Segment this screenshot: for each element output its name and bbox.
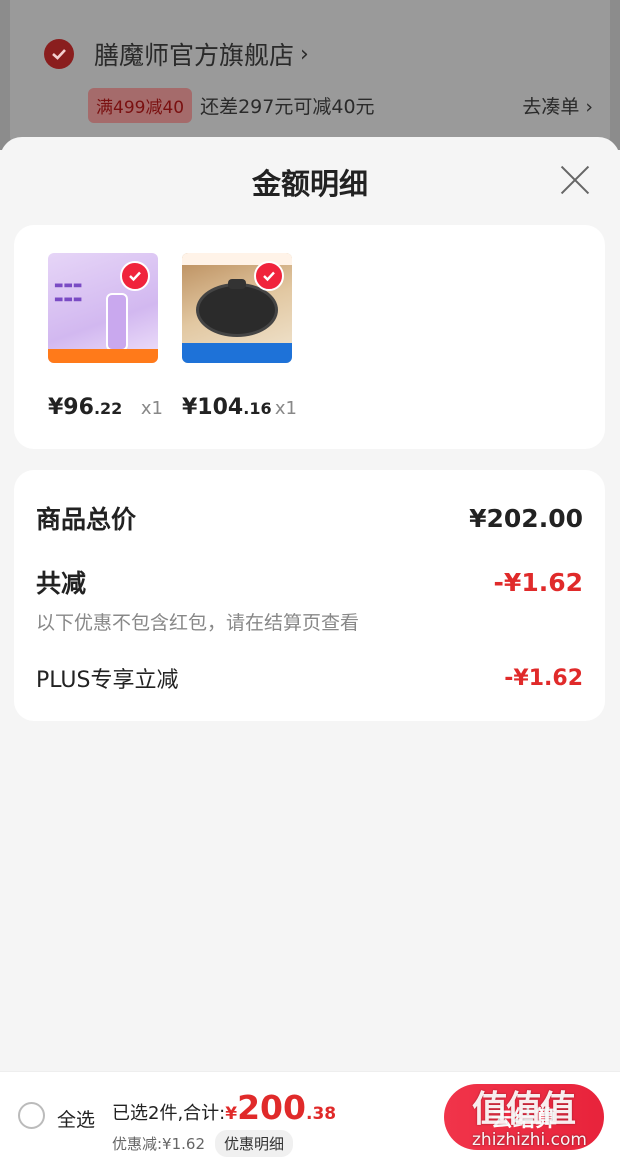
sheet-title: 金额明细: [251, 167, 368, 201]
total-price-label: 商品总价: [36, 505, 137, 534]
sum-label: 已选2件,合计:: [112, 1103, 226, 1124]
price-decimal: .16: [243, 399, 272, 418]
product-quantity: x1: [140, 398, 163, 419]
amount-integer: 200: [237, 1088, 306, 1127]
sum-line: 已选2件,合计: ¥200.38: [112, 1088, 336, 1127]
products-card: ▬▬▬ ▬▬▬ ¥96.22 x1 ¥104.16 x1: [14, 225, 605, 449]
store-header[interactable]: 膳魔师官方旗舰店 ›: [44, 36, 309, 72]
price-integer: ¥104: [182, 395, 244, 420]
amount-decimal: .38: [305, 1104, 337, 1124]
total-reduce-row: 共减 -¥1.62: [36, 564, 583, 600]
checked-icon[interactable]: [44, 39, 74, 69]
total-price-value: ¥202.00: [469, 503, 583, 533]
promo-row: 满499减40 还差297元可减40元 去凑单 ›: [88, 88, 593, 123]
promo-tag[interactable]: 满499减40: [88, 88, 193, 123]
product-image-banner: [48, 349, 158, 363]
bottle-shape: [106, 293, 128, 351]
product-quantity: x1: [274, 398, 297, 419]
product-price: ¥96.22: [48, 395, 122, 420]
wok-pan-product-icon[interactable]: [182, 253, 292, 363]
price-row: ¥104.16 x1: [182, 395, 297, 420]
add-items-label: 去凑单: [522, 96, 580, 118]
lid-shape: [228, 279, 246, 289]
product-item[interactable]: ▬▬▬ ▬▬▬ ¥96.22 x1: [48, 253, 163, 420]
product-image-banner: [182, 343, 292, 363]
pan-shape: [196, 283, 278, 337]
plus-discount-value: -¥1.62: [504, 665, 583, 691]
checkout-bar: 全选 已选2件,合计: ¥200.38 优惠减:¥1.62 优惠明细 去结算 值…: [0, 1071, 620, 1159]
amount-detail-sheet: 金额明细 ▬▬▬ ▬▬▬ ¥96.22 x1 ¥104.16 x1 商品总价 ¥…: [0, 137, 620, 1071]
chevron-right-icon: ›: [300, 41, 309, 67]
price-integer: ¥96: [48, 395, 94, 420]
promo-text: 还差297元可减40元: [200, 96, 375, 118]
total-reduce-value: -¥1.62: [493, 567, 583, 597]
store-name[interactable]: 膳魔师官方旗舰店: [94, 36, 294, 72]
discount-line: 优惠减:¥1.62 优惠明细: [112, 1130, 294, 1157]
checkout-button[interactable]: 去结算: [444, 1084, 604, 1150]
background-overlay[interactable]: 膳魔师官方旗舰店 › 满499减40 还差297元可减40元 去凑单 ›: [0, 0, 620, 150]
discount-note: 以下优惠不包含红包，请在结算页查看: [36, 612, 360, 634]
product-image-text: ▬▬▬ ▬▬▬: [54, 280, 83, 305]
select-all-radio[interactable]: [18, 1102, 45, 1129]
total-reduce-label: 共减: [36, 569, 87, 598]
discount-text: 优惠减:¥1.62: [112, 1135, 205, 1153]
currency-symbol: ¥: [225, 1104, 238, 1124]
price-decimal: .22: [93, 399, 123, 418]
water-bottle-product-icon[interactable]: ▬▬▬ ▬▬▬: [48, 253, 158, 363]
add-items-link[interactable]: 去凑单 ›: [522, 92, 593, 119]
sum-amount: ¥200.38: [225, 1088, 336, 1127]
price-row: ¥96.22 x1: [48, 395, 163, 420]
total-price-row: 商品总价 ¥202.00: [36, 500, 583, 536]
store-card: 膳魔师官方旗舰店 › 满499减40 还差297元可减40元 去凑单 ›: [10, 0, 610, 150]
close-icon[interactable]: [560, 165, 590, 195]
select-all-label[interactable]: 全选: [57, 1105, 95, 1132]
plus-discount-row: PLUS专享立减 -¥1.62: [36, 662, 583, 694]
discount-detail-button[interactable]: 优惠明细: [215, 1130, 294, 1157]
plus-discount-label: PLUS专享立减: [36, 668, 179, 693]
check-icon: [254, 261, 284, 291]
product-price: ¥104.16: [182, 395, 272, 420]
check-icon: [120, 261, 150, 291]
summary-card: 商品总价 ¥202.00 共减 -¥1.62 以下优惠不包含红包，请在结算页查看…: [14, 470, 605, 721]
product-item[interactable]: ¥104.16 x1: [182, 253, 297, 420]
